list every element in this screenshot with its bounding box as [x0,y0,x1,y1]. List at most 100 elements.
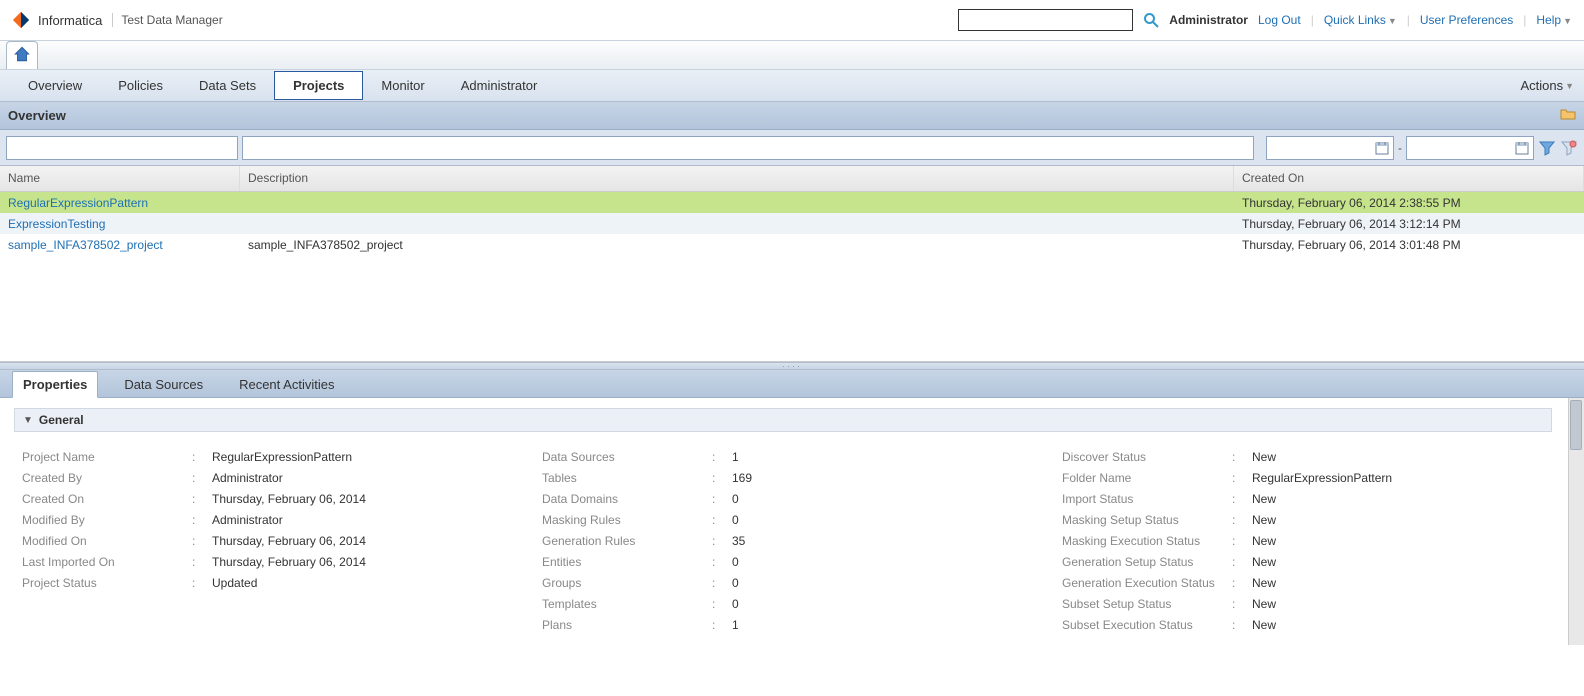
detail-row: Generation Rules:35 [542,530,1032,551]
table-row[interactable]: sample_INFA378502_project sample_INFA378… [0,234,1584,255]
detail-label: Generation Setup Status [1062,555,1232,569]
menu-monitor[interactable]: Monitor [363,72,442,99]
overview-title: Overview [8,108,66,123]
detail-colon: : [192,576,212,590]
detail-row: Last Imported On:Thursday, February 06, … [22,551,512,572]
section-general-header[interactable]: ▼ General [14,408,1552,432]
project-name-link[interactable]: sample_INFA378502_project [0,236,240,254]
detail-col-3: Discover Status:NewFolder Name:RegularEx… [1062,446,1552,635]
detail-value: Administrator [212,513,283,527]
detail-value: 0 [732,555,739,569]
tab-data-sources[interactable]: Data Sources [114,372,213,397]
detail-row: Folder Name:RegularExpressionPattern [1062,467,1552,488]
menu-administrator[interactable]: Administrator [443,72,556,99]
detail-colon: : [712,618,732,632]
col-header-created-on[interactable]: Created On [1234,166,1584,191]
project-description: sample_INFA378502_project [240,236,1234,254]
detail-label: Generation Execution Status [1062,576,1232,590]
detail-label: Subset Execution Status [1062,618,1232,632]
tab-recent-activities[interactable]: Recent Activities [229,372,344,397]
logout-link[interactable]: Log Out [1258,13,1301,27]
filter-date-to[interactable] [1406,136,1534,160]
actions-menu[interactable]: Actions▼ [1520,78,1574,93]
table-row[interactable]: RegularExpressionPattern Thursday, Febru… [0,192,1584,213]
detail-colon: : [712,450,732,464]
project-name-link[interactable]: ExpressionTesting [0,215,240,233]
detail-value: New [1252,597,1276,611]
detail-row: Masking Execution Status:New [1062,530,1552,551]
detail-value: 0 [732,513,739,527]
menu-overview[interactable]: Overview [10,72,100,99]
user-preferences-link[interactable]: User Preferences [1420,13,1513,27]
detail-value: 0 [732,597,739,611]
help-link[interactable]: Help▼ [1536,13,1572,27]
search-icon[interactable] [1143,12,1159,28]
chevron-down-icon: ▼ [1563,16,1572,26]
date-range-dash: - [1398,141,1402,155]
detail-label: Groups [542,576,712,590]
detail-label: Tables [542,471,712,485]
menu-projects[interactable]: Projects [274,71,363,100]
detail-colon: : [712,513,732,527]
detail-value: New [1252,618,1276,632]
chevron-down-icon: ▼ [1565,81,1574,91]
detail-colon: : [192,492,212,506]
detail-label: Data Sources [542,450,712,464]
splitter-handle[interactable]: ···· [0,362,1584,370]
detail-label: Data Domains [542,492,712,506]
detail-label: Created By [22,471,192,485]
project-created-on: Thursday, February 06, 2014 2:38:55 PM [1234,194,1584,212]
menu-data-sets[interactable]: Data Sets [181,72,274,99]
detail-col-1: Project Name:RegularExpressionPatternCre… [22,446,512,635]
detail-colon: : [712,471,732,485]
informatica-logo-icon [12,11,30,29]
separator: | [1407,13,1410,27]
filter-name-input[interactable] [6,136,238,160]
detail-colon: : [712,534,732,548]
home-tab[interactable] [6,41,38,69]
detail-col-2: Data Sources:1Tables:169Data Domains:0Ma… [542,446,1032,635]
detail-colon: : [712,576,732,590]
detail-value: 1 [732,618,739,632]
separator: | [1523,13,1526,27]
detail-label: Templates [542,597,712,611]
table-row[interactable]: ExpressionTesting Thursday, February 06,… [0,213,1584,234]
detail-columns: Project Name:RegularExpressionPatternCre… [14,446,1552,635]
detail-row: Subset Execution Status:New [1062,614,1552,635]
overview-title-bar: Overview [0,102,1584,130]
details-panel: ▼ General Project Name:RegularExpression… [0,398,1584,645]
detail-colon: : [1232,471,1252,485]
scroll-thumb[interactable] [1570,400,1582,450]
detail-value: New [1252,534,1276,548]
detail-value: 169 [732,471,752,485]
apply-filter-icon[interactable] [1538,139,1556,157]
home-icon [13,45,31,66]
clear-filter-icon[interactable] [1560,139,1578,157]
user-name: Administrator [1169,13,1248,27]
detail-colon: : [712,597,732,611]
detail-label: Discover Status [1062,450,1232,464]
detail-row: Templates:0 [542,593,1032,614]
detail-row: Masking Setup Status:New [1062,509,1552,530]
detail-label: Folder Name [1062,471,1232,485]
search-input[interactable] [958,9,1133,31]
detail-row: Modified By:Administrator [22,509,512,530]
detail-label: Subset Setup Status [1062,597,1232,611]
filter-description-input[interactable] [242,136,1254,160]
detail-colon: : [192,450,212,464]
col-header-name[interactable]: Name [0,166,240,191]
scrollbar[interactable] [1568,398,1584,645]
menu-policies[interactable]: Policies [100,72,181,99]
quick-links[interactable]: Quick Links▼ [1324,13,1397,27]
detail-colon: : [1232,597,1252,611]
filter-date-from[interactable] [1266,136,1394,160]
collapse-arrow-icon: ▼ [23,415,33,426]
calendar-icon [1375,141,1389,155]
project-name-link[interactable]: RegularExpressionPattern [0,194,240,212]
tab-properties[interactable]: Properties [12,371,98,398]
grid-body: RegularExpressionPattern Thursday, Febru… [0,192,1584,362]
col-header-description[interactable]: Description [240,166,1234,191]
open-folder-icon[interactable] [1560,106,1576,125]
detail-value: Thursday, February 06, 2014 [212,534,366,548]
project-created-on: Thursday, February 06, 2014 3:12:14 PM [1234,215,1584,233]
